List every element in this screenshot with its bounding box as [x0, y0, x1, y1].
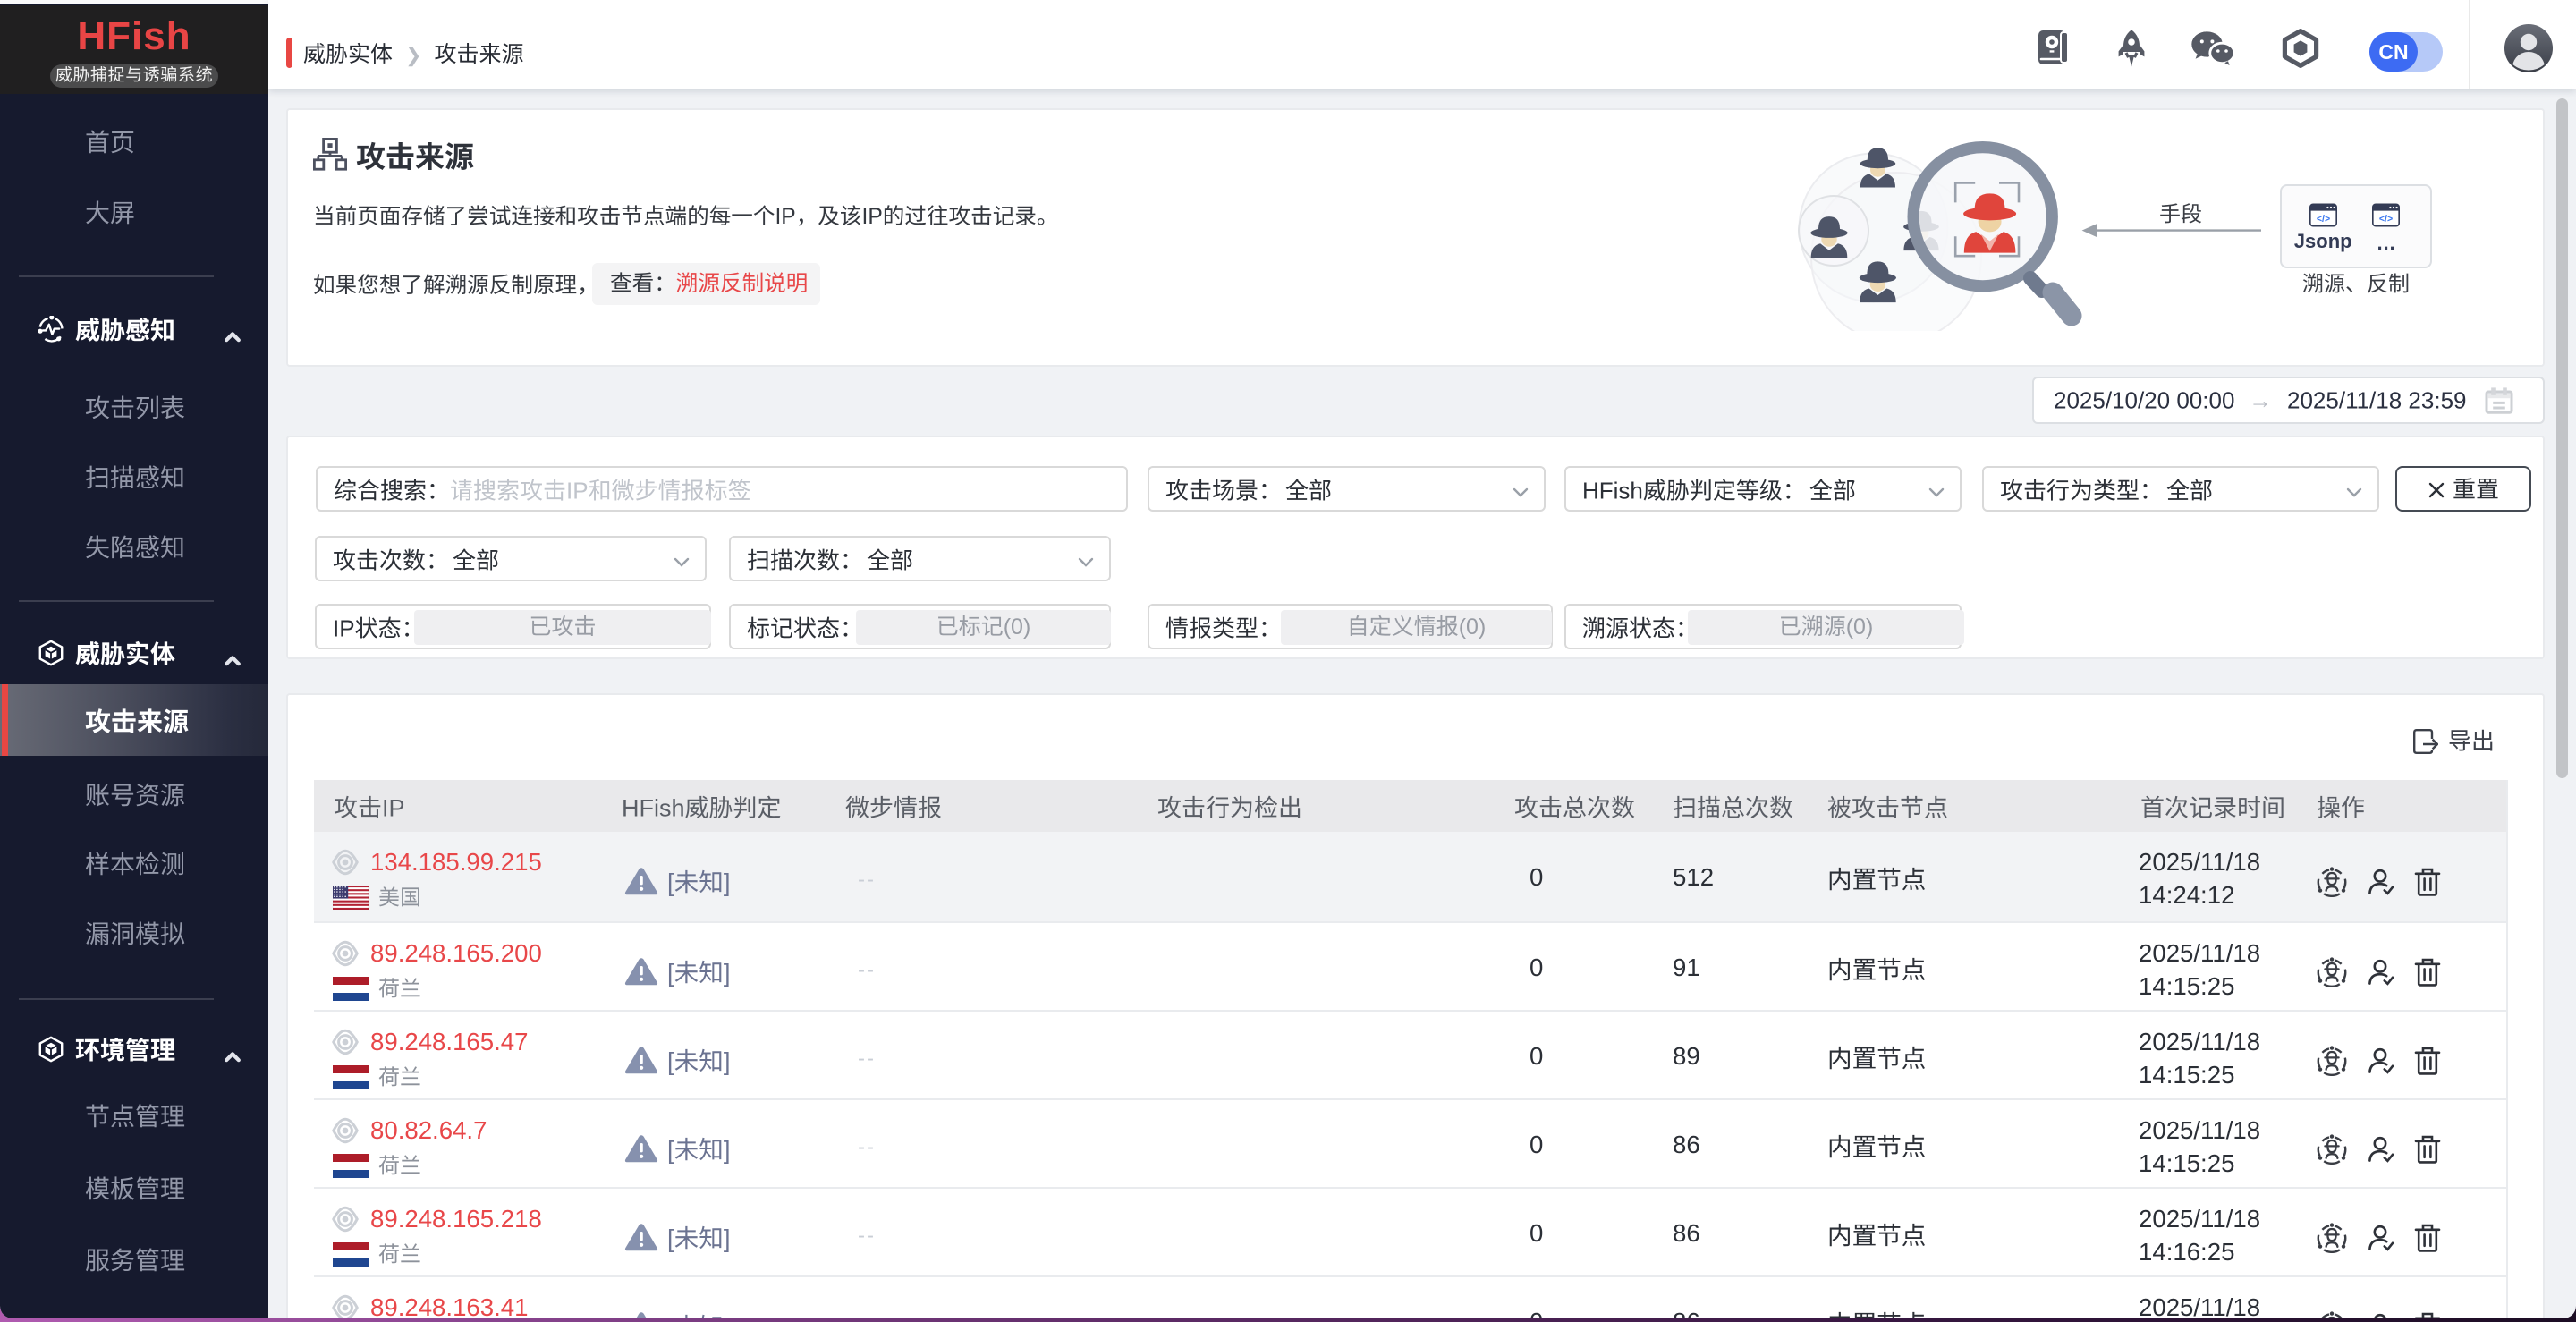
svg-text:</>: </> — [2317, 214, 2330, 225]
svg-text:</>: </> — [2379, 214, 2393, 225]
